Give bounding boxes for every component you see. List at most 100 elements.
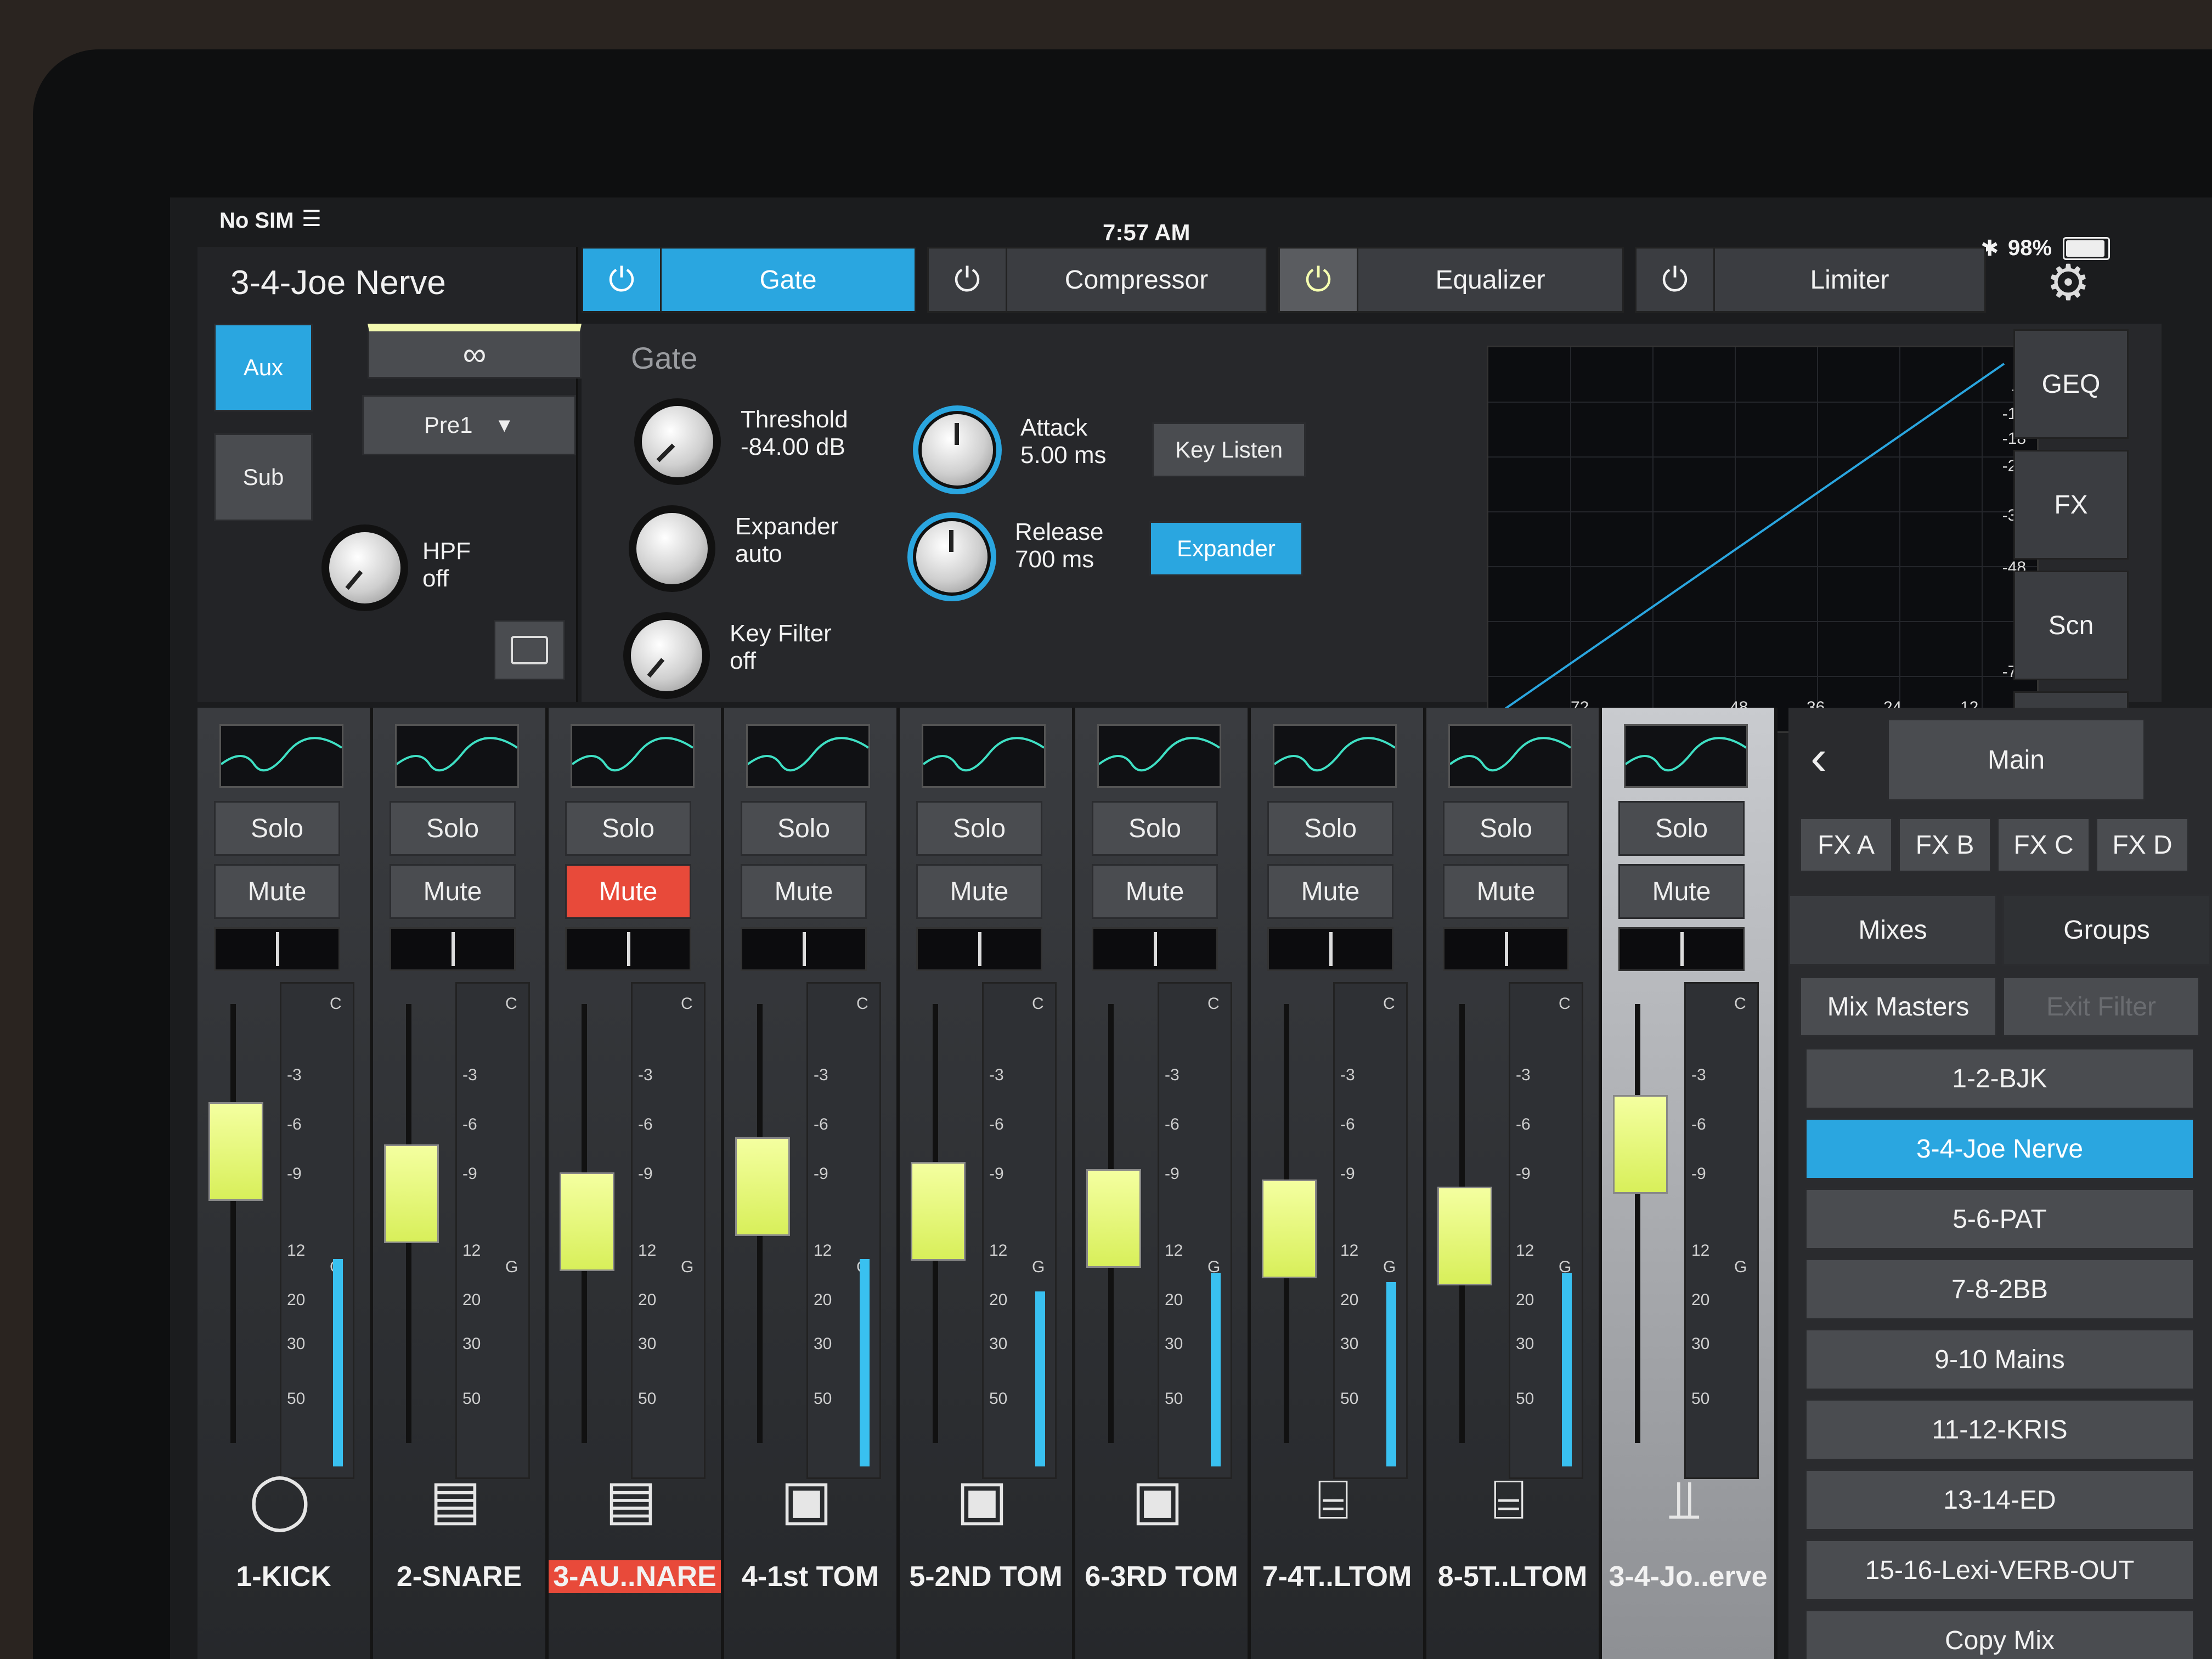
fader-handle[interactable] xyxy=(384,1144,439,1243)
mix-list-item[interactable]: 15-16-Lexi-VERB-OUT xyxy=(1805,1539,2194,1601)
fader-handle[interactable] xyxy=(560,1172,614,1272)
channel-options-button[interactable] xyxy=(494,620,565,680)
mix-list-item[interactable]: 5-6-PAT xyxy=(1805,1188,2194,1250)
mix-list-item[interactable]: 7-8-2BB xyxy=(1805,1259,2194,1320)
geq-button[interactable]: GEQ xyxy=(2013,329,2129,439)
pan-control[interactable] xyxy=(1443,927,1569,971)
pan-control[interactable] xyxy=(1267,927,1393,971)
eq-curve-thumbnail[interactable] xyxy=(1097,724,1221,788)
mix-list-item[interactable]: 11-12-KRIS xyxy=(1805,1399,2194,1460)
channel-name[interactable]: 4-1st TOM xyxy=(724,1560,896,1593)
solo-button[interactable]: Solo xyxy=(1092,801,1218,856)
sub-button[interactable]: Sub xyxy=(214,433,313,521)
expander-knob[interactable] xyxy=(636,513,708,584)
tab-mixes[interactable]: Mixes xyxy=(1788,894,1997,966)
pan-control[interactable] xyxy=(741,927,867,971)
tab-limiter[interactable]: ⏻ Limiter xyxy=(1635,247,1986,313)
mute-button[interactable]: Mute xyxy=(1092,864,1218,919)
scn-button[interactable]: Scn xyxy=(2013,571,2129,680)
mix-list-item[interactable]: 13-14-ED xyxy=(1805,1469,2194,1531)
back-chevron-icon[interactable]: ‹ xyxy=(1810,730,1827,786)
threshold-knob[interactable] xyxy=(642,406,713,477)
mix-list-item[interactable]: 1-2-BJK xyxy=(1805,1048,2194,1109)
mute-button[interactable]: Mute xyxy=(1267,864,1393,919)
fader-handle[interactable] xyxy=(735,1137,790,1237)
fader-handle[interactable] xyxy=(1086,1169,1141,1268)
solo-button[interactable]: Solo xyxy=(214,801,340,856)
tab-compressor[interactable]: ⏻ Compressor xyxy=(927,247,1267,313)
fx-d-button[interactable]: FX D xyxy=(2096,817,2189,872)
main-mix-button[interactable]: Main xyxy=(1887,719,2145,801)
limiter-power-icon[interactable]: ⏻ xyxy=(1637,249,1715,311)
channel-name[interactable]: 2-SNARE xyxy=(373,1560,545,1593)
channel-name[interactable]: 1-KICK xyxy=(198,1560,370,1593)
equalizer-power-icon[interactable]: ⏻ xyxy=(1280,249,1358,311)
mix-list-item[interactable]: 9-10 Mains xyxy=(1805,1329,2194,1390)
key-listen-button[interactable]: Key Listen xyxy=(1152,422,1306,477)
mute-button[interactable]: Mute xyxy=(1618,864,1745,919)
solo-button[interactable]: Solo xyxy=(1267,801,1393,856)
tab-gate[interactable]: ⏻ Gate xyxy=(582,247,916,313)
channel-name[interactable]: 6-3RD TOM xyxy=(1075,1560,1248,1593)
eq-curve-thumbnail[interactable] xyxy=(1273,724,1397,788)
tab-equalizer[interactable]: ⏻ Equalizer xyxy=(1278,247,1624,313)
eq-curve-thumbnail[interactable] xyxy=(395,724,519,788)
eq-curve-thumbnail[interactable] xyxy=(746,724,870,788)
eq-curve-thumbnail[interactable] xyxy=(1448,724,1572,788)
mute-button[interactable]: Mute xyxy=(741,864,867,919)
attack-knob[interactable] xyxy=(922,414,993,486)
solo-button[interactable]: Solo xyxy=(1618,801,1745,856)
channel-name[interactable]: 5-2ND TOM xyxy=(900,1560,1072,1593)
mute-button[interactable]: Mute xyxy=(565,864,691,919)
key-filter-knob[interactable] xyxy=(631,620,702,691)
gear-icon[interactable]: ⚙ xyxy=(2019,247,2118,318)
hpf-knob[interactable] xyxy=(329,532,400,603)
solo-button[interactable]: Solo xyxy=(741,801,867,856)
fader-handle[interactable] xyxy=(1613,1095,1668,1194)
eq-curve-thumbnail[interactable] xyxy=(219,724,343,788)
release-knob[interactable] xyxy=(916,521,988,592)
fader-handle[interactable] xyxy=(208,1102,263,1201)
exit-filter-button[interactable]: Exit Filter xyxy=(2002,977,2200,1037)
solo-button[interactable]: Solo xyxy=(916,801,1042,856)
pan-control[interactable] xyxy=(1618,927,1745,971)
fader-handle[interactable] xyxy=(1437,1186,1492,1285)
tab-groups[interactable]: Groups xyxy=(2002,894,2211,966)
channel-name[interactable]: 8-5T..LTOM xyxy=(1426,1560,1599,1593)
eq-curve-thumbnail[interactable] xyxy=(922,724,1046,788)
gate-power-icon[interactable]: ⏻ xyxy=(583,249,662,311)
link-button[interactable]: ∞ xyxy=(368,324,582,379)
pan-control[interactable] xyxy=(1092,927,1218,971)
expander-button[interactable]: Expander xyxy=(1149,521,1303,576)
eq-curve-thumbnail[interactable] xyxy=(571,724,695,788)
aux-button[interactable]: Aux xyxy=(214,324,313,411)
pan-control[interactable] xyxy=(390,927,516,971)
channel-name[interactable]: 3-4-Jo..erve xyxy=(1602,1560,1774,1593)
mute-button[interactable]: Mute xyxy=(390,864,516,919)
solo-button[interactable]: Solo xyxy=(390,801,516,856)
fader-handle[interactable] xyxy=(1262,1180,1317,1278)
meter-scale-label: -6 xyxy=(1165,1115,1180,1133)
mix-masters-button[interactable]: Mix Masters xyxy=(1799,977,1997,1037)
source-select[interactable]: Pre1 ▼ xyxy=(362,395,576,455)
mute-button[interactable]: Mute xyxy=(214,864,340,919)
fx-b-button[interactable]: FX B xyxy=(1898,817,1991,872)
pan-control[interactable] xyxy=(214,927,340,971)
fx-a-button[interactable]: FX A xyxy=(1799,817,1893,872)
solo-button[interactable]: Solo xyxy=(565,801,691,856)
fx-button[interactable]: FX xyxy=(2013,450,2129,560)
solo-button[interactable]: Solo xyxy=(1443,801,1569,856)
mix-list-item[interactable]: 3-4-Joe Nerve xyxy=(1805,1118,2194,1180)
channel-name[interactable]: 7-4T..LTOM xyxy=(1251,1560,1423,1593)
pan-control[interactable] xyxy=(916,927,1042,971)
compressor-power-icon[interactable]: ⏻ xyxy=(929,249,1007,311)
eq-curve-thumbnail[interactable] xyxy=(1624,724,1748,788)
meter-scale-label: 20 xyxy=(462,1291,481,1309)
channel-name[interactable]: 3-AU..NARE xyxy=(549,1560,721,1593)
fx-c-button[interactable]: FX C xyxy=(1997,817,2090,872)
mute-button[interactable]: Mute xyxy=(916,864,1042,919)
fader-handle[interactable] xyxy=(911,1162,966,1261)
mute-button[interactable]: Mute xyxy=(1443,864,1569,919)
mix-list-item[interactable]: Copy Mix xyxy=(1805,1610,2194,1659)
pan-control[interactable] xyxy=(565,927,691,971)
